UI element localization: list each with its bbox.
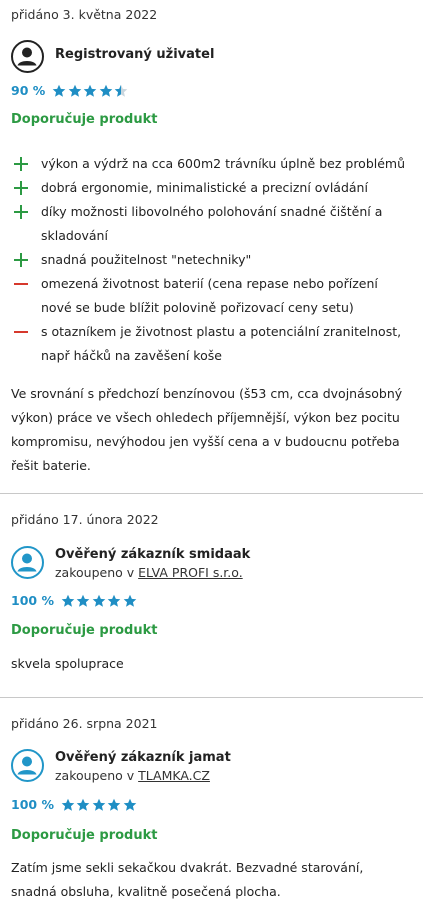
star-full-icon [99, 84, 113, 97]
review-text: Ve srovnání s předchozí benzínovou (š53 … [11, 386, 403, 473]
recommend-label: Doporučuje produkt [11, 828, 158, 843]
author-name: Ověřený zákazník jamat [55, 750, 231, 765]
shop-link[interactable]: ELVA PROFI s.r.o. [138, 565, 243, 580]
review-author: Ověřený zákazník smidaak zakoupeno v ELV… [11, 546, 250, 582]
star-full-icon [123, 798, 137, 811]
pro-item: dobrá ergonomie, minimalistické a preciz… [11, 176, 411, 200]
review-date: přidáno 3. května 2022 [11, 7, 158, 22]
rating-percent: 100 % [11, 593, 54, 608]
review-text: Zatím jsme sekli sekačkou dvakrát. Bezva… [11, 860, 364, 899]
recommend-label: Doporučuje produkt [11, 623, 158, 638]
shop-link[interactable]: TLAMKA.CZ [138, 768, 210, 783]
verified-user-avatar-icon [11, 749, 44, 782]
review-author: Ověřený zákazník jamat zakoupeno v TLAMK… [11, 749, 231, 785]
star-full-icon [77, 594, 90, 607]
purchased-at: zakoupeno v TLAMKA.CZ [55, 768, 210, 783]
star-full-icon [92, 798, 106, 811]
star-full-icon [108, 798, 121, 811]
pro-item: díky možnosti libovolného polohování sna… [11, 200, 411, 248]
review-date: přidáno 26. srpna 2021 [11, 716, 158, 731]
star-full-icon [108, 594, 121, 607]
rating-percent: 100 % [11, 797, 54, 812]
purchased-at: zakoupeno v ELVA PROFI s.r.o. [55, 565, 243, 580]
plus-icon [11, 152, 41, 176]
star-rating [61, 798, 139, 812]
star-full-icon [52, 84, 66, 97]
star-full-icon [77, 798, 90, 811]
star-full-icon [61, 594, 75, 607]
minus-icon [11, 272, 41, 296]
verified-user-avatar-icon [11, 546, 44, 579]
rating-percent: 90 % [11, 83, 46, 98]
rating: 100 % [11, 797, 138, 812]
star-full-icon [83, 84, 97, 97]
review-card: přidáno 26. srpna 2021 Ověřený zákazník … [0, 697, 423, 913]
star-rating [61, 594, 139, 608]
author-name: Registrovaný uživatel [55, 47, 215, 62]
star-full-icon [68, 84, 82, 97]
star-full-icon [92, 594, 106, 607]
review-author: Registrovaný uživatel [11, 40, 214, 73]
rating: 100 % [11, 593, 138, 608]
rating: 90 % [11, 83, 130, 98]
review-date: přidáno 17. února 2022 [11, 512, 159, 527]
star-full-icon [61, 798, 75, 811]
pro-item: výkon a výdrž na cca 600m2 trávníku úpln… [11, 152, 411, 176]
pro-item: snadná použitelnost "netechniky" [11, 248, 411, 272]
recommend-label: Doporučuje produkt [11, 112, 158, 127]
star-half-icon [114, 84, 128, 97]
plus-icon [11, 176, 41, 200]
star-rating [52, 84, 130, 98]
pros-cons-list: výkon a výdrž na cca 600m2 trávníku úpln… [11, 152, 411, 368]
author-name: Ověřený zákazník smidaak [55, 547, 251, 562]
review-card: přidáno 3. května 2022 Registrovaný uživ… [0, 0, 423, 493]
review-text: skvela spoluprace [11, 656, 124, 671]
minus-icon [11, 320, 41, 344]
review-card: přidáno 17. února 2022 Ověřený zákazník … [0, 493, 423, 697]
user-avatar-icon [11, 40, 44, 73]
con-item: s otazníkem je životnost plastu a potenc… [11, 320, 411, 368]
plus-icon [11, 200, 41, 224]
plus-icon [11, 248, 41, 272]
star-full-icon [123, 594, 137, 607]
con-item: omezená životnost baterií (cena repase n… [11, 272, 411, 320]
